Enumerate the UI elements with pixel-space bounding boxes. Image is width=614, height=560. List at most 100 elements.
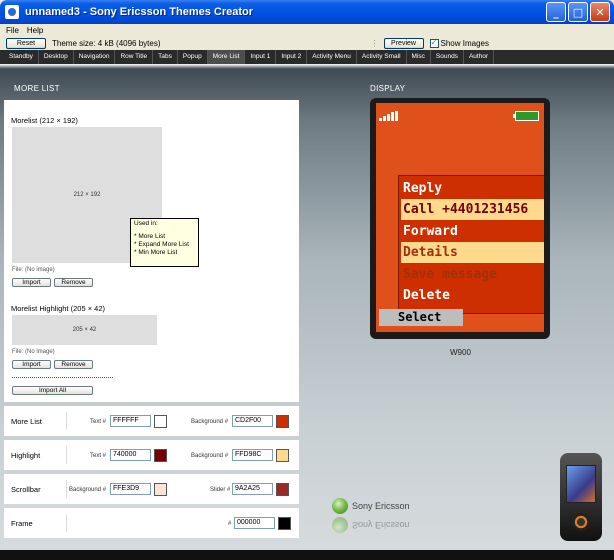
frame-color-input[interactable]: 000000	[234, 517, 275, 529]
morelist-import-button[interactable]: Import	[12, 278, 51, 287]
text-color-input[interactable]: 740000	[110, 449, 151, 461]
more-list-heading: MORE LIST	[14, 84, 60, 93]
menu-bar: File Help	[0, 24, 614, 36]
toolbar: Reset Theme size: 4 kB (4096 bytes) ⋮ Pr…	[0, 36, 614, 50]
background-color-swatch[interactable]	[276, 449, 289, 462]
more-list-menu: Reply Call +4401231456 Forward Details S…	[398, 175, 544, 314]
slider-color-input[interactable]: 9A2A25	[232, 483, 273, 495]
color-row-name: Highlight	[11, 451, 41, 460]
menu-item-reply[interactable]: Reply	[401, 178, 544, 199]
signal-strength-icon	[379, 111, 398, 121]
tab-tabs[interactable]: Tabs	[153, 50, 178, 64]
highlight-label: Morelist Highlight (205 × 42)	[11, 304, 106, 313]
menu-item-delete[interactable]: Delete	[401, 285, 544, 306]
tooltip-item: * Expand More List	[134, 241, 189, 248]
tab-misc[interactable]: Misc	[407, 50, 431, 64]
text-color-input[interactable]: FFFFFF	[110, 415, 151, 427]
highlight-import-button[interactable]: Import	[12, 360, 51, 369]
row-divider	[66, 480, 67, 498]
background-color-swatch[interactable]	[154, 483, 167, 496]
brand-logo: Sony Ericsson	[332, 498, 410, 514]
background-color-label: Background #	[191, 453, 229, 459]
slider-color-label: Slider #	[210, 487, 231, 493]
background-color-label: Background #	[191, 419, 229, 425]
menu-item-details[interactable]: Details	[401, 242, 544, 263]
row-divider	[66, 514, 67, 532]
row-divider	[66, 412, 67, 430]
highlight-remove-button[interactable]: Remove	[54, 360, 93, 369]
preview-button[interactable]: Preview	[383, 37, 424, 49]
tab-popup[interactable]: Popup	[178, 50, 208, 64]
tab-row-title[interactable]: Row Title	[115, 50, 154, 64]
background-color-swatch[interactable]	[276, 415, 289, 428]
text-color-swatch[interactable]	[154, 415, 167, 428]
window-title: unnamed3 - Sony Ericsson Themes Creator	[25, 6, 254, 18]
color-row-name: Scrollbar	[11, 485, 41, 494]
tab-input-1[interactable]: Input 1	[245, 50, 277, 64]
minimize-button[interactable]: _	[546, 2, 566, 22]
text-color-label: Text #	[90, 453, 107, 459]
tooltip-item: * Min More List	[134, 249, 178, 256]
tab-input-2[interactable]: Input 2	[276, 50, 308, 64]
sony-ericsson-logo-icon	[332, 517, 348, 533]
phone-preview: Reply Call +4401231456 Forward Details S…	[370, 98, 550, 339]
jog-wheel-icon	[572, 513, 590, 531]
color-row-name: Frame	[11, 519, 33, 528]
highlight-file-label: File: (No image)	[12, 349, 55, 355]
phone-thumbnail-screen	[566, 465, 596, 503]
menu-help[interactable]: Help	[27, 26, 43, 35]
menu-item-save-message[interactable]: Save message	[401, 264, 544, 285]
close-button[interactable]: ✕	[590, 2, 610, 22]
tab-desktop[interactable]: Desktop	[39, 50, 74, 64]
menu-item-call[interactable]: Call +4401231456	[401, 199, 544, 220]
status-strip	[0, 550, 614, 560]
softkey-select[interactable]: Select	[379, 309, 463, 326]
morelist-remove-button[interactable]: Remove	[54, 278, 93, 287]
phone-screen: Reply Call +4401231456 Forward Details S…	[376, 103, 544, 332]
battery-icon	[513, 111, 539, 121]
import-all-button[interactable]: Import All	[12, 386, 93, 395]
tab-activity-menu[interactable]: Activity Menu	[307, 50, 357, 64]
highlight-image-placeholder[interactable]: 205 × 42	[12, 315, 157, 345]
tab-bar: Standby Desktop Navigation Row Title Tabs Pop…	[0, 50, 614, 64]
menu-file[interactable]: File	[6, 26, 19, 35]
frame-color-label: #	[228, 521, 232, 527]
tooltip-title: Used in:	[134, 220, 158, 227]
text-color-label: Text #	[90, 419, 107, 425]
color-row-frame: Frame # 000000	[4, 508, 299, 538]
color-row-highlight: Highlight Text # 740000 Background # FFD…	[4, 440, 299, 470]
tab-navigation[interactable]: Navigation	[74, 50, 116, 64]
reset-button[interactable]: Reset	[6, 37, 46, 49]
text-color-swatch[interactable]	[154, 449, 167, 462]
phone-thumbnail[interactable]	[560, 453, 602, 541]
background-color-input[interactable]: FFD98C	[232, 449, 273, 461]
show-images-label: Show Images	[440, 38, 489, 48]
used-in-tooltip: Used in: * More List * Expand More List …	[130, 218, 199, 267]
morelist-label: Morelist (212 × 192)	[11, 116, 78, 125]
show-images-checkbox[interactable]: ✓	[429, 38, 439, 48]
color-row-scrollbar: Scrollbar Background # FFE3D9 Slider # 9…	[4, 474, 299, 504]
morelist-file-label: File: (No image)	[12, 267, 55, 273]
highlight-placeholder-size: 205 × 42	[72, 327, 97, 333]
background-color-input[interactable]: CD2F00	[232, 415, 273, 427]
tooltip-item: * More List	[134, 233, 166, 240]
tab-activity-small[interactable]: Activity Small	[357, 50, 407, 64]
tab-standby[interactable]: Standby	[4, 50, 39, 64]
color-row-name: More List	[11, 417, 42, 426]
slider-color-swatch[interactable]	[276, 483, 289, 496]
title-bar: unnamed3 - Sony Ericsson Themes Creator …	[0, 0, 614, 24]
background-color-label: Background #	[69, 487, 107, 493]
brand-logo-reflection: Sony Ericsson	[332, 517, 410, 533]
menu-item-forward[interactable]: Forward	[401, 221, 544, 242]
morelist-placeholder-size: 212 × 192	[73, 192, 101, 198]
maximize-button[interactable]: □	[568, 2, 588, 22]
frame-color-swatch[interactable]	[278, 517, 291, 530]
sony-ericsson-logo-icon	[332, 498, 348, 514]
phone-model-label: W900	[450, 348, 471, 357]
tab-sounds[interactable]: Sounds	[431, 50, 464, 64]
color-row-more-list: More List Text # FFFFFF Background # CD2…	[4, 406, 299, 436]
show-images-toggle[interactable]: ✓ Show Images	[429, 38, 489, 48]
background-color-input[interactable]: FFE3D9	[110, 483, 151, 495]
tab-author[interactable]: Author	[464, 50, 495, 64]
tab-more-list[interactable]: More List	[207, 50, 246, 64]
